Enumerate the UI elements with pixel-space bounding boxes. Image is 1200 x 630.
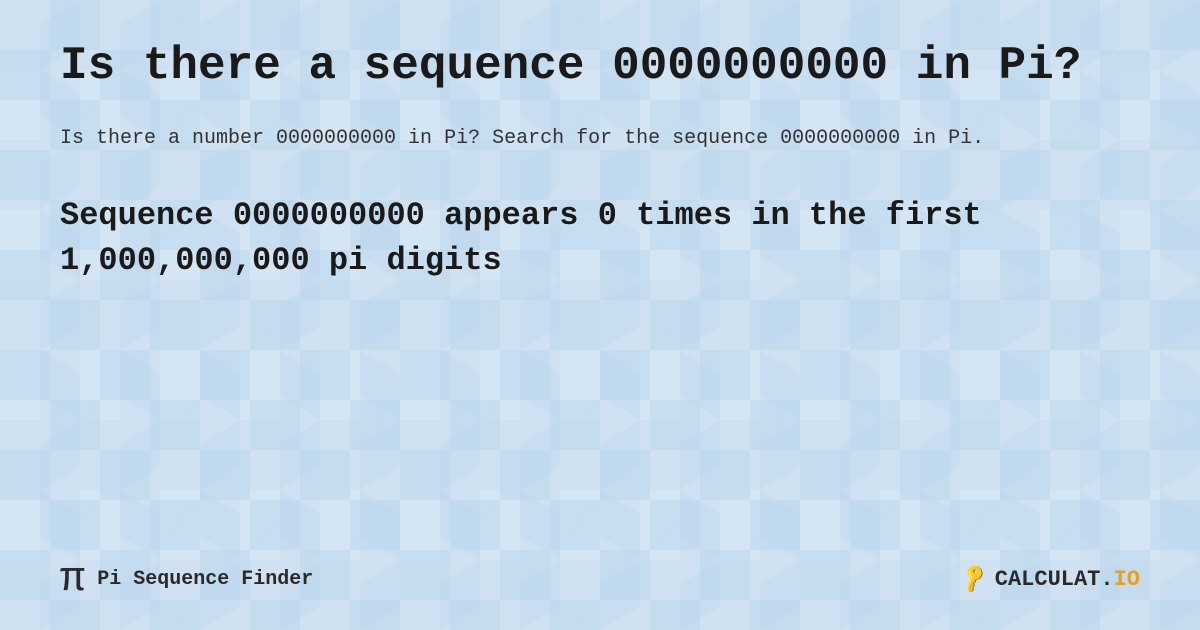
logo-io: IO (1114, 567, 1140, 592)
page-title: Is there a sequence 0000000000 in Pi? (60, 40, 1140, 93)
site-name: Pi Sequence Finder (97, 568, 313, 591)
footer: π Pi Sequence Finder 🔑 CALCULAT.IO (60, 558, 1140, 600)
calculatio-logo[interactable]: 🔑 CALCULAT.IO (962, 566, 1140, 592)
result-text: Sequence 0000000000 appears 0 times in t… (60, 194, 1110, 284)
logo-text: CALCULAT.IO (995, 567, 1140, 592)
key-icon: 🔑 (957, 562, 992, 597)
pi-symbol-icon: π (60, 558, 85, 600)
page-description: Is there a number 0000000000 in Pi? Sear… (60, 123, 1140, 154)
footer-branding: π Pi Sequence Finder (60, 558, 313, 600)
result-section: Sequence 0000000000 appears 0 times in t… (60, 194, 1140, 284)
logo-calculat: CALCULAT. (995, 567, 1114, 592)
